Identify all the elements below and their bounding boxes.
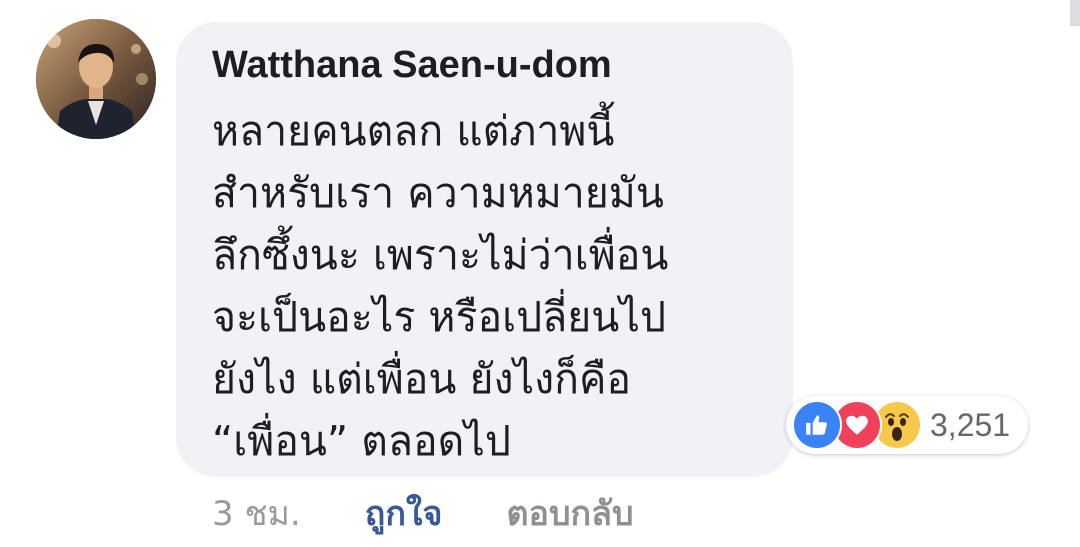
comment-timestamp[interactable]: 3 ชม. — [212, 486, 301, 540]
comment-line: หลายคนตลก แต่ภาพนี้ — [212, 107, 615, 155]
comment-line: จะเป็นอะไร หรือเปลี่ยนไป — [212, 293, 666, 341]
reactions-summary[interactable]: 3,251 — [786, 396, 1029, 454]
avatar[interactable] — [36, 19, 156, 139]
reply-button[interactable]: ตอบกลับ — [506, 486, 633, 540]
comment-actions: 3 ชม. ถูกใจ ตอบกลับ — [212, 486, 634, 540]
comment-text: หลายคนตลก แต่ภาพนี้ สำหรับเรา ความหมายมั… — [212, 100, 772, 472]
comment-author[interactable]: Watthana Saen-u-dom — [212, 44, 612, 87]
like-icon — [792, 400, 842, 450]
reaction-count: 3,251 — [930, 406, 1011, 443]
comment-line: ยังไง แต่เพื่อน ยังไงก็คือ — [212, 355, 632, 403]
comment-line: “เพื่อน” ตลอดไป — [212, 417, 511, 465]
scroll-indicator[interactable] — [1070, 0, 1080, 26]
comment-line: ลึกซึ้งนะ เพราะไม่ว่าเพื่อน — [212, 231, 669, 279]
like-button[interactable]: ถูกใจ — [365, 486, 443, 540]
comment-bubble: Watthana Saen-u-dom หลายคนตลก แต่ภาพนี้ … — [176, 22, 793, 477]
comment-line: สำหรับเรา ความหมายมัน — [212, 169, 664, 217]
